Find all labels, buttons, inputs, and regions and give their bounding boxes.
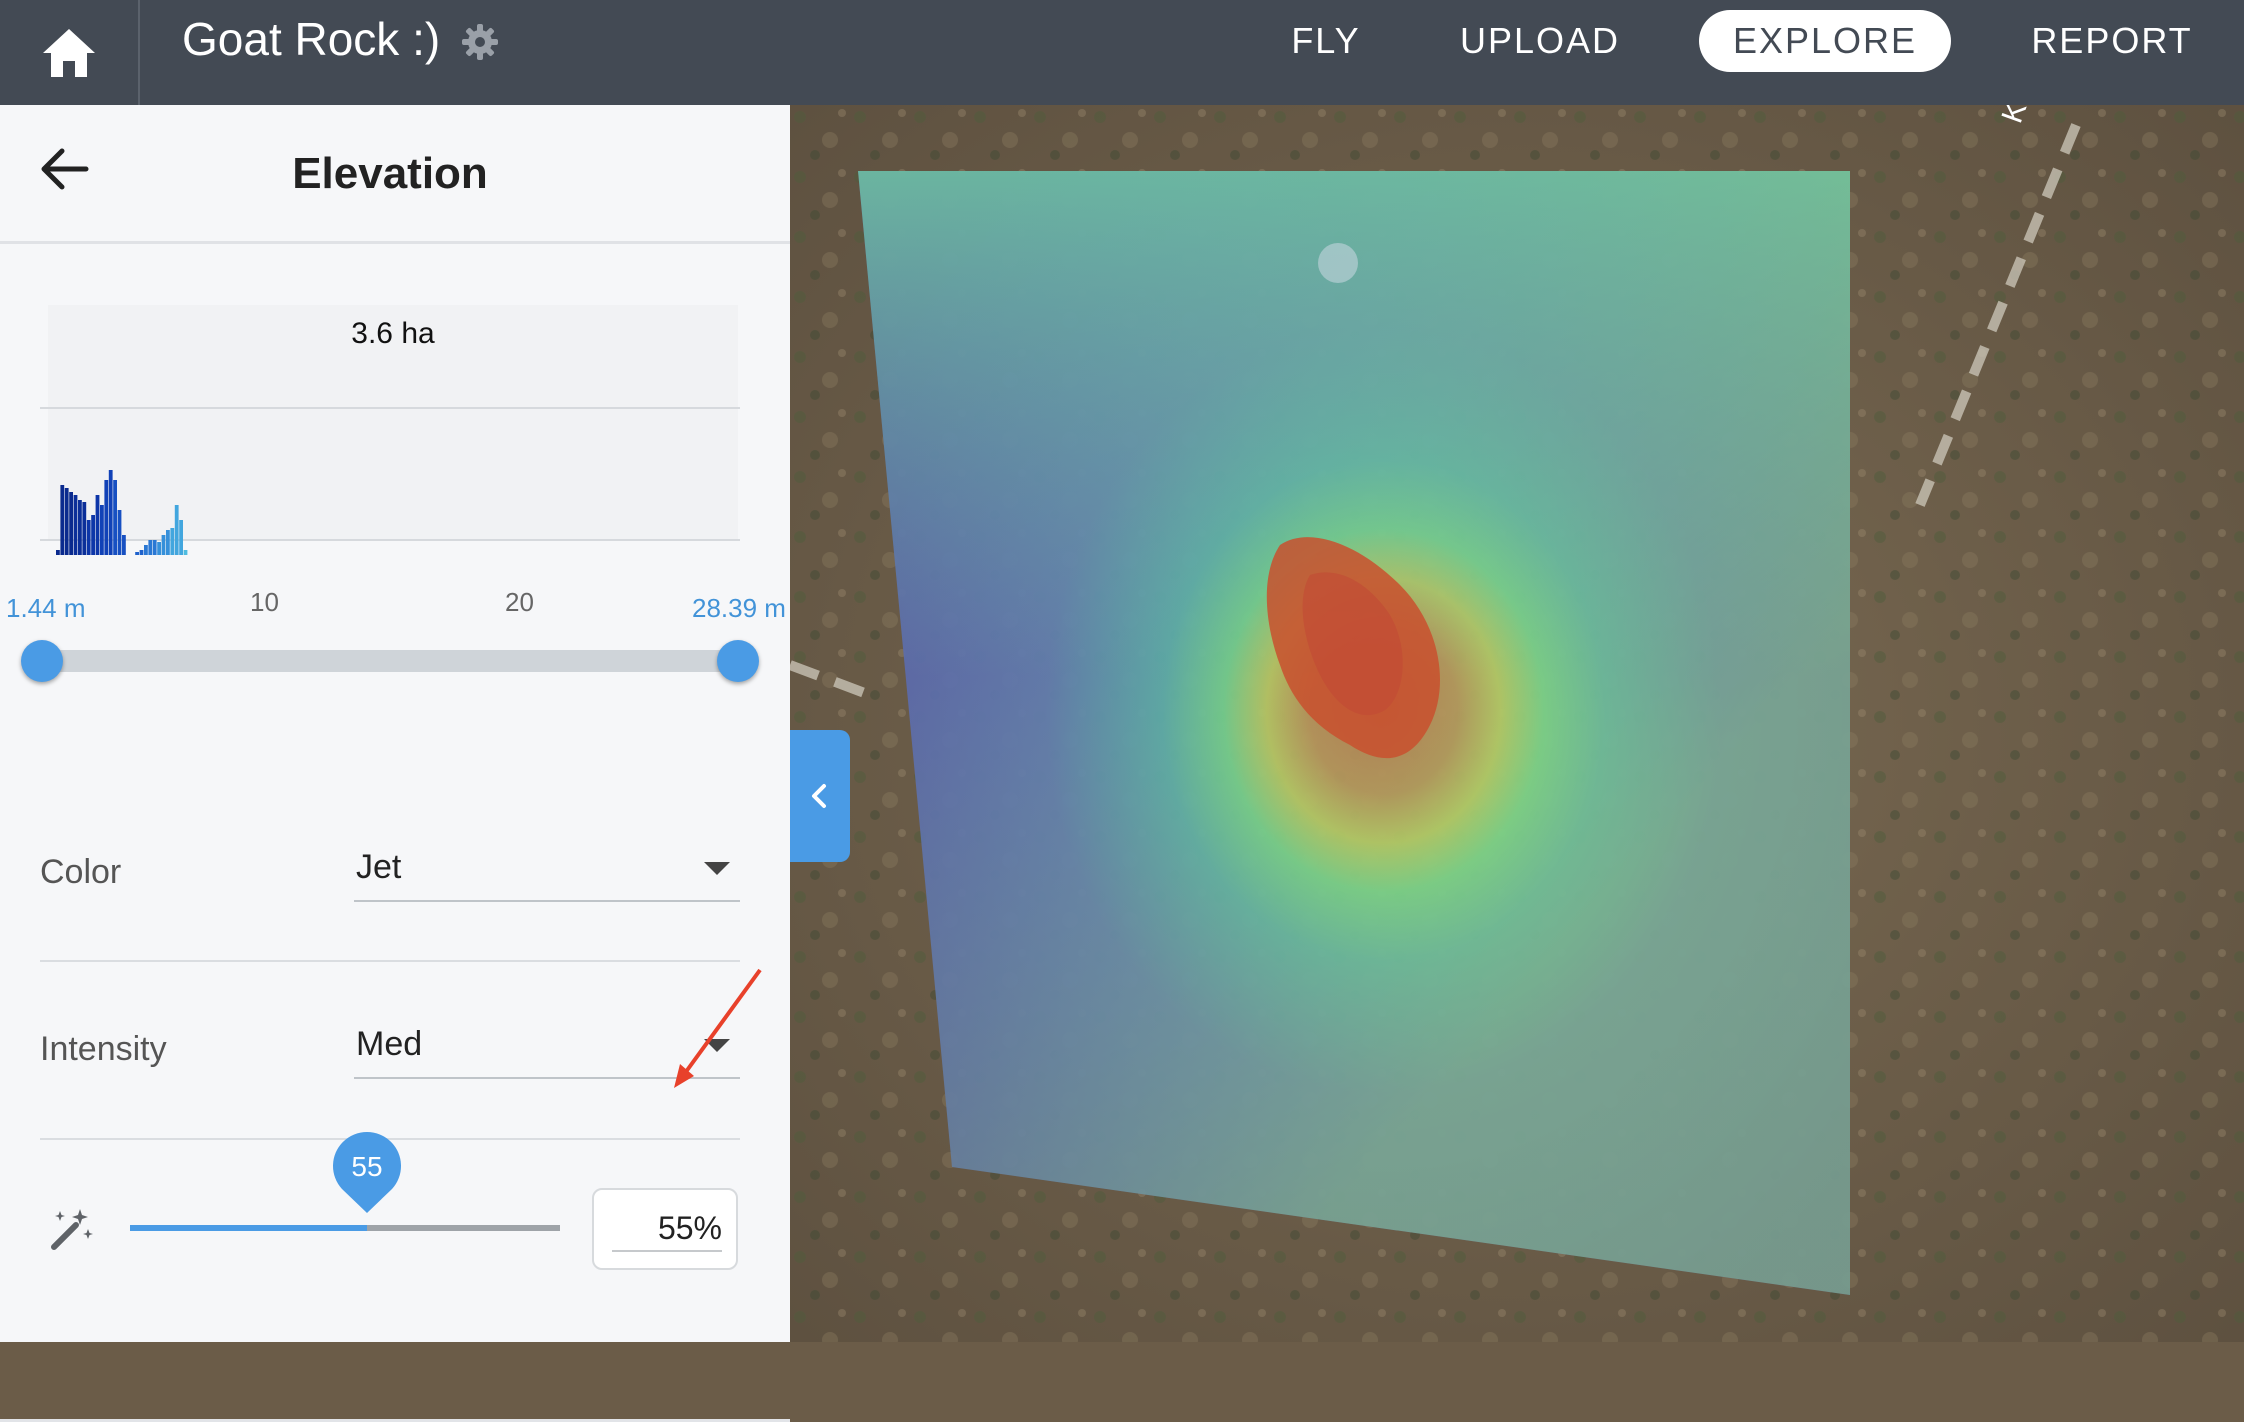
tab-explore[interactable]: EXPLORE — [1699, 10, 1951, 72]
histogram-bar — [86, 520, 91, 555]
histogram-bar — [157, 542, 161, 555]
histogram-bar — [122, 535, 126, 555]
collapse-panel-button[interactable] — [790, 730, 850, 862]
histogram-bar — [183, 550, 188, 555]
divider — [40, 960, 740, 962]
histogram-bar — [161, 535, 166, 555]
intensity-label: Intensity — [40, 1030, 167, 1068]
histogram-bar — [117, 510, 122, 555]
histogram-bar — [174, 505, 179, 555]
caret-down-icon — [704, 1039, 730, 1052]
magic-wand-icon — [51, 1209, 93, 1250]
histogram-bar — [152, 540, 157, 555]
histogram-bar — [69, 492, 73, 555]
histogram-bar — [64, 488, 69, 555]
gear-icon — [462, 24, 498, 60]
elevation-range-track[interactable] — [40, 650, 740, 672]
panel-title: Elevation — [292, 149, 488, 198]
home-button[interactable] — [0, 0, 140, 105]
histogram-bar — [139, 550, 144, 555]
range-max-handle[interactable] — [717, 640, 759, 682]
caret-down-icon — [704, 862, 730, 875]
histogram-bar — [148, 540, 153, 555]
project-title: Goat Rock :) — [182, 13, 441, 65]
panel-header: Elevation — [0, 105, 790, 244]
histogram-bar — [56, 550, 60, 555]
color-select[interactable]: Jet — [354, 840, 740, 902]
histogram-bar — [166, 530, 170, 555]
tab-report[interactable]: REPORT — [2012, 10, 2212, 72]
intensity-select[interactable]: Med — [354, 1017, 740, 1079]
histogram-bar — [91, 515, 95, 555]
range-min-label: 1.44 m — [6, 593, 86, 623]
histogram-bar — [170, 528, 175, 555]
histogram-bar — [135, 552, 139, 555]
histogram-bar — [78, 500, 82, 555]
project-settings-button[interactable] — [458, 20, 502, 64]
top-bar: Goat Rock :) FLY UPLOAD EXPLORE REPORT — [0, 0, 2244, 105]
map-canvas: K — [790, 105, 2244, 1342]
tick-label-10: 10 — [250, 587, 279, 617]
histogram-bar — [100, 505, 104, 555]
tab-upload[interactable]: UPLOAD — [1440, 10, 1640, 72]
tick-label-20: 20 — [505, 587, 534, 617]
histogram-bar — [60, 485, 65, 555]
histogram-bar — [104, 480, 109, 555]
range-max-label: 28.39 m — [692, 593, 786, 623]
histogram-bar — [82, 502, 87, 555]
opacity-thumb-value: 55 — [351, 1151, 383, 1182]
color-select-value: Jet — [356, 848, 402, 886]
histogram-bar — [108, 470, 113, 555]
opacity-slider[interactable] — [130, 1225, 560, 1231]
tab-fly[interactable]: FLY — [1266, 10, 1386, 72]
histogram-bar — [179, 520, 183, 555]
opacity-input[interactable] — [612, 1206, 722, 1252]
histogram-bar — [73, 495, 78, 555]
histogram-bar — [113, 480, 117, 555]
histogram-bar — [95, 495, 100, 555]
area-label: 3.6 ha — [351, 317, 435, 350]
opacity-slider-fill — [130, 1225, 367, 1231]
map-view[interactable]: K — [790, 105, 2244, 1342]
histogram-bar — [144, 545, 148, 555]
elevation-panel: Elevation 3.6 ha 1.44 m 10 20 28.39 m Co… — [0, 105, 790, 1422]
chevron-left-icon — [812, 784, 826, 808]
range-min-handle[interactable] — [21, 640, 63, 682]
intensity-select-value: Med — [356, 1025, 423, 1063]
home-icon — [43, 28, 95, 77]
opacity-input-box — [592, 1188, 738, 1270]
color-label: Color — [40, 853, 122, 891]
